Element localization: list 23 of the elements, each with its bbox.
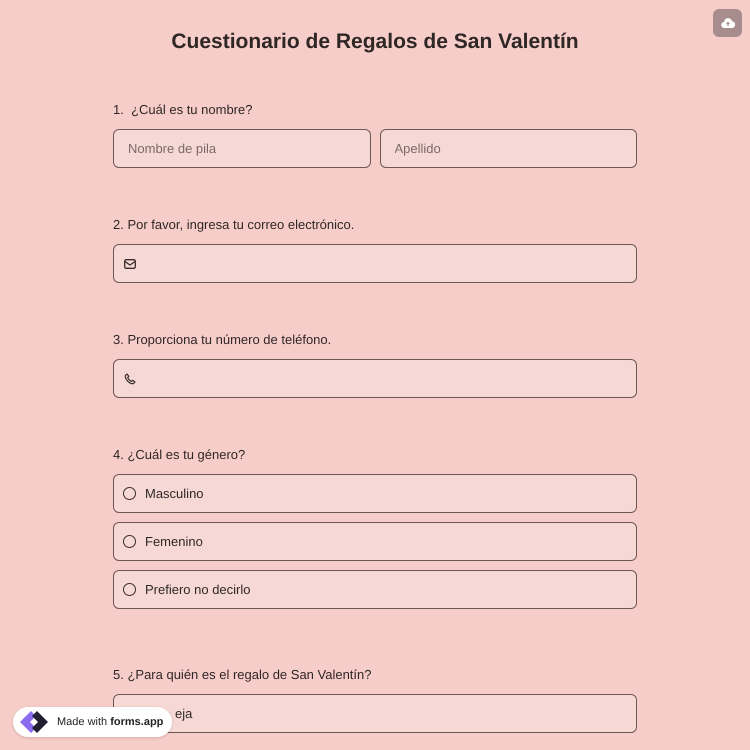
option-label: Prefiero no decirlo xyxy=(145,582,250,597)
option-label: Masculino xyxy=(145,486,204,501)
question-label: 2. Por favor, ingresa tu correo electrónico. xyxy=(113,216,356,234)
input-field[interactable]: Nombre de pila xyxy=(113,129,370,168)
envelope-icon xyxy=(124,258,136,268)
input-field[interactable]: Apellido xyxy=(380,129,637,168)
logo-icon xyxy=(19,710,49,734)
question-label: 1. ¿Cuál es tu nombre? xyxy=(113,101,254,119)
made-with-toast[interactable]: Made with forms.app xyxy=(13,707,172,737)
option-label: Femenino xyxy=(145,534,203,549)
phone-icon xyxy=(124,372,136,384)
question-label: 5. ¿Para quién es el regalo de San Valentín? xyxy=(113,666,372,684)
question-label: 3. Proporciona tu número de teléfono. xyxy=(113,331,332,349)
form-title: Cuestionario de Regalos de San Valentín xyxy=(170,29,580,55)
option-label: eja xyxy=(175,706,192,721)
cloud-upload-icon xyxy=(720,18,734,28)
radio-option[interactable]: Prefiero no decirlo xyxy=(113,570,637,609)
input-field[interactable] xyxy=(113,244,637,283)
radio-option[interactable]: Masculino xyxy=(113,474,637,513)
upload-button[interactable] xyxy=(713,9,742,37)
radio-option[interactable]: Femenino xyxy=(113,522,637,561)
question-label: 4. ¿Cuál es tu género? xyxy=(113,446,246,464)
input-field[interactable] xyxy=(113,359,637,398)
